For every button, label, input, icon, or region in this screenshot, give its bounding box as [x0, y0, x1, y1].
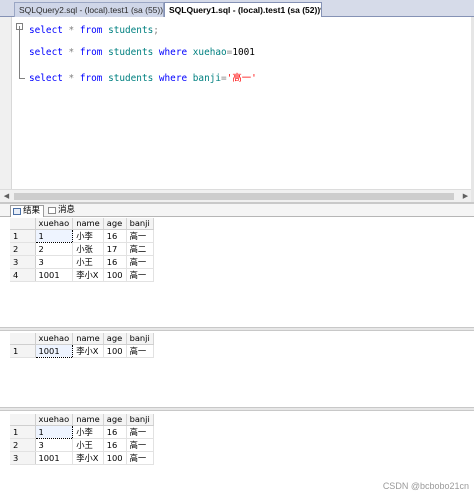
cell-xuehao[interactable]: 1001	[35, 451, 74, 465]
cell-age[interactable]: 17	[103, 242, 127, 256]
table-row[interactable]: 2 2 小张 17 高二	[10, 242, 154, 256]
cell-name[interactable]: 李小X	[72, 268, 104, 282]
row-number-header	[10, 414, 36, 426]
table-row[interactable]: 1 1 小李 16 高一	[10, 228, 154, 243]
cell-banji[interactable]: 高一	[126, 344, 154, 358]
cell-name[interactable]: 小张	[72, 242, 104, 256]
table-row[interactable]: 3 1001 李小X 100 高一	[10, 451, 154, 465]
cell-xuehao[interactable]: 3	[35, 255, 74, 269]
cell-xuehao[interactable]: 2	[35, 242, 74, 256]
cell-xuehao[interactable]: 1	[34, 228, 74, 243]
row-number[interactable]: 1	[10, 344, 36, 358]
column-header[interactable]: banji	[126, 218, 154, 230]
result-grid-2-pane: xuehao name age banji 1 1001 李小X 100 高一	[0, 331, 474, 407]
table-row[interactable]: 1 1 小李 16 高一	[10, 424, 154, 439]
cell-banji[interactable]: 高一	[126, 268, 154, 282]
results-tab-strip: 结果 消息	[0, 204, 474, 217]
scroll-right-icon[interactable]: ▶	[461, 192, 470, 201]
column-header[interactable]: age	[103, 218, 127, 230]
tab-messages[interactable]: 消息	[46, 205, 78, 217]
column-header[interactable]: age	[103, 333, 127, 345]
row-number[interactable]: 1	[10, 229, 36, 243]
cell-xuehao[interactable]: 1001	[34, 343, 74, 358]
cell-name[interactable]: 小李	[72, 229, 104, 243]
row-number[interactable]: 3	[10, 255, 36, 269]
cell-banji[interactable]: 高一	[126, 438, 154, 452]
scroll-thumb[interactable]	[14, 193, 454, 200]
column-header[interactable]: name	[72, 414, 104, 426]
cell-age[interactable]: 16	[103, 255, 127, 269]
cell-xuehao[interactable]: 1	[34, 424, 74, 439]
table-row[interactable]: 1 1001 李小X 100 高一	[10, 343, 154, 358]
cell-name[interactable]: 小王	[72, 438, 104, 452]
tab-results[interactable]: 结果	[10, 205, 45, 217]
row-number[interactable]: 3	[10, 451, 36, 465]
column-header[interactable]: name	[72, 218, 104, 230]
outline-end	[19, 78, 25, 79]
editor-horizontal-scrollbar[interactable]: ◀ ▶	[0, 189, 474, 202]
table-row[interactable]: 2 3 小王 16 高一	[10, 438, 154, 452]
cell-age[interactable]: 100	[103, 344, 127, 358]
tab-messages-label: 消息	[58, 205, 76, 215]
document-tab-strip: SQLQuery2.sql - (local).test1 (sa (55)) …	[0, 0, 474, 17]
cell-banji[interactable]: 高一	[126, 425, 154, 439]
table-row[interactable]: 4 1001 李小X 100 高一	[10, 268, 154, 282]
column-header[interactable]: name	[72, 333, 104, 345]
column-header[interactable]: xuehao	[35, 414, 74, 426]
cell-age[interactable]: 16	[103, 425, 127, 439]
cell-banji[interactable]: 高一	[126, 229, 154, 243]
cell-age[interactable]: 16	[103, 229, 127, 243]
cell-banji[interactable]: 高一	[126, 255, 154, 269]
editor-margin	[0, 17, 12, 189]
column-header[interactable]: age	[103, 414, 127, 426]
code-line-1: select * from students;	[29, 25, 159, 36]
row-number-header	[10, 333, 36, 345]
tab-sqlquery2[interactable]: SQLQuery2.sql - (local).test1 (sa (55))	[14, 2, 164, 17]
result-grid-1-pane: xuehao name age banji 1 1 小李 16 高一 2 2 小…	[0, 218, 474, 327]
result-grid-1[interactable]: xuehao name age banji 1 1 小李 16 高一 2 2 小…	[10, 218, 154, 282]
grid-icon	[13, 208, 21, 215]
code-line-3: select * from students where banji='高一'	[29, 73, 257, 84]
cell-age[interactable]: 100	[103, 451, 127, 465]
tab-results-label: 结果	[23, 206, 41, 216]
column-header[interactable]: xuehao	[35, 333, 74, 345]
message-icon	[48, 207, 56, 214]
row-number-header	[10, 218, 36, 230]
column-header[interactable]: xuehao	[35, 218, 74, 230]
row-number[interactable]: 2	[10, 438, 36, 452]
column-header[interactable]: banji	[126, 414, 154, 426]
tab-sqlquery1[interactable]: SQLQuery1.sql - (local).test1 (sa (52))*	[164, 2, 322, 17]
outline-line	[19, 26, 20, 78]
row-number[interactable]: 1	[10, 425, 36, 439]
row-number[interactable]: 2	[10, 242, 36, 256]
cell-age[interactable]: 16	[103, 438, 127, 452]
cell-name[interactable]: 李小X	[72, 344, 104, 358]
cell-xuehao[interactable]: 1001	[35, 268, 74, 282]
cell-banji[interactable]: 高二	[126, 242, 154, 256]
result-grid-3[interactable]: xuehao name age banji 1 1 小李 16 高一 2 3 小…	[10, 414, 154, 465]
watermark: CSDN @bcbobo21cn	[382, 481, 469, 491]
cell-name[interactable]: 小王	[72, 255, 104, 269]
cell-xuehao[interactable]: 3	[35, 438, 74, 452]
code-line-2: select * from students where xuehao=1001	[29, 47, 255, 58]
scroll-left-icon[interactable]: ◀	[2, 192, 11, 201]
result-grid-2[interactable]: xuehao name age banji 1 1001 李小X 100 高一	[10, 333, 154, 358]
table-row[interactable]: 3 3 小王 16 高一	[10, 255, 154, 269]
cell-banji[interactable]: 高一	[126, 451, 154, 465]
cell-name[interactable]: 小李	[72, 425, 104, 439]
row-number[interactable]: 4	[10, 268, 36, 282]
column-header[interactable]: banji	[126, 333, 154, 345]
cell-age[interactable]: 100	[103, 268, 127, 282]
query-editor[interactable]: select * from students; select * from st…	[0, 17, 474, 202]
cell-name[interactable]: 李小X	[72, 451, 104, 465]
